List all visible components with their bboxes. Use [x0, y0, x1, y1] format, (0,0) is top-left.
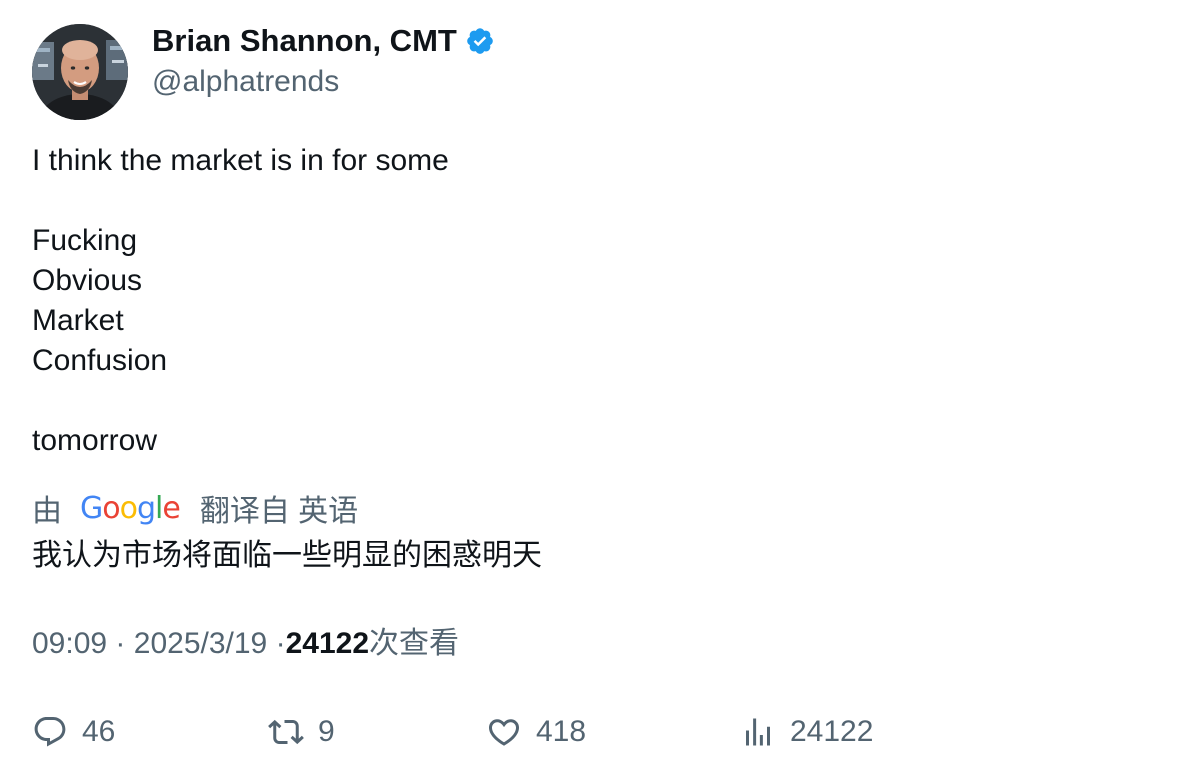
- translated-text: 我认为市场将面临一些明显的困惑明天: [32, 539, 542, 572]
- reply-icon: [34, 717, 66, 747]
- like-count: 418: [536, 715, 587, 748]
- action-bar: 46 9 418 24122: [0, 708, 1196, 756]
- tweet-text-line: Confusion: [32, 344, 168, 377]
- google-logo: Google: [80, 490, 181, 526]
- meta-separator: ·: [275, 627, 286, 660]
- tweet-text-line: [32, 381, 449, 421]
- tweet-text-line: Market: [32, 304, 124, 337]
- author-name[interactable]: Brian Shannon, CMT: [152, 20, 457, 62]
- tweet-meta: 09:09 · 2025/3/19 ·24122次查看: [32, 624, 459, 664]
- tweet-date[interactable]: 2025/3/19: [134, 627, 267, 660]
- tweet-text-line: [32, 181, 449, 221]
- author-handle[interactable]: @alphatrends: [152, 62, 339, 102]
- views-action-count: 24122: [790, 715, 874, 748]
- reply-count: 46: [82, 715, 116, 748]
- meta-separator: ·: [115, 627, 126, 660]
- tweet-text-line: tomorrow: [32, 424, 158, 457]
- translation-source-label[interactable]: 翻译自 英语: [200, 486, 358, 530]
- verified-badge-icon: [465, 26, 495, 56]
- retweet-button[interactable]: 9: [268, 708, 335, 756]
- avatar-image: [32, 24, 128, 120]
- heart-icon: [488, 719, 520, 746]
- tweet-time[interactable]: 09:09: [32, 627, 107, 660]
- tweet-text: I think the market is in for some Fuckin…: [32, 141, 449, 461]
- translation-attribution: 由 Google 翻译自 英语: [32, 486, 358, 530]
- retweet-count: 9: [318, 715, 335, 748]
- author-name-row: Brian Shannon, CMT: [152, 20, 495, 62]
- reply-button[interactable]: 46: [32, 708, 115, 756]
- views-count: 24122: [285, 627, 370, 660]
- views-button[interactable]: 24122: [740, 708, 873, 756]
- like-button[interactable]: 418: [486, 708, 586, 756]
- tweet-text-line: I think the market is in for some: [32, 144, 449, 177]
- retweet-icon: [268, 719, 304, 745]
- tweet-card: Brian Shannon, CMT @alphatrends I think …: [0, 0, 1196, 778]
- bar-chart-icon: [746, 718, 770, 746]
- translation-by-label: 由: [32, 495, 62, 528]
- views-label: 次查看: [369, 627, 460, 660]
- avatar[interactable]: [32, 24, 128, 120]
- tweet-text-line: Obvious: [32, 264, 143, 297]
- tweet-text-line: Fucking: [32, 224, 138, 257]
